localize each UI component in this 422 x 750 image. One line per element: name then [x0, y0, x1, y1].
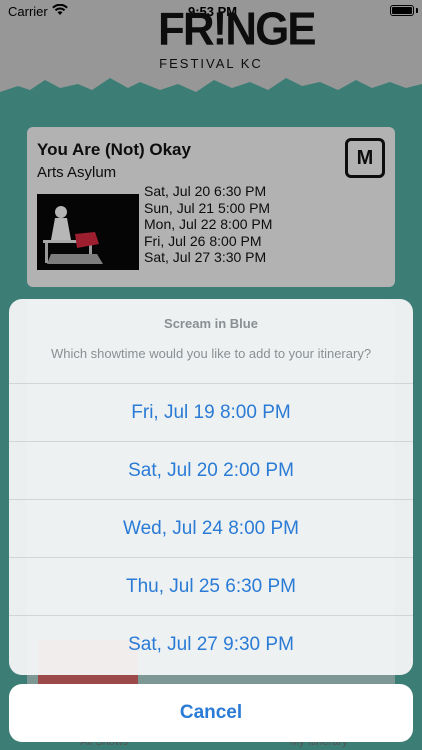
- action-sheet-header: Scream in Blue Which showtime would you …: [9, 299, 413, 384]
- action-sheet: Scream in Blue Which showtime would you …: [9, 299, 413, 675]
- showtime-option[interactable]: Fri, Jul 19 8:00 PM: [9, 384, 413, 442]
- action-sheet-message: Which showtime would you like to add to …: [50, 346, 372, 361]
- showtime-option[interactable]: Thu, Jul 25 6:30 PM: [9, 558, 413, 616]
- showtime-option[interactable]: Sat, Jul 27 9:30 PM: [9, 616, 413, 674]
- showtime-option[interactable]: Wed, Jul 24 8:00 PM: [9, 500, 413, 558]
- showtime-option[interactable]: Sat, Jul 20 2:00 PM: [9, 442, 413, 500]
- action-sheet-title: Scream in Blue: [164, 316, 258, 331]
- cancel-button[interactable]: Cancel: [9, 684, 413, 742]
